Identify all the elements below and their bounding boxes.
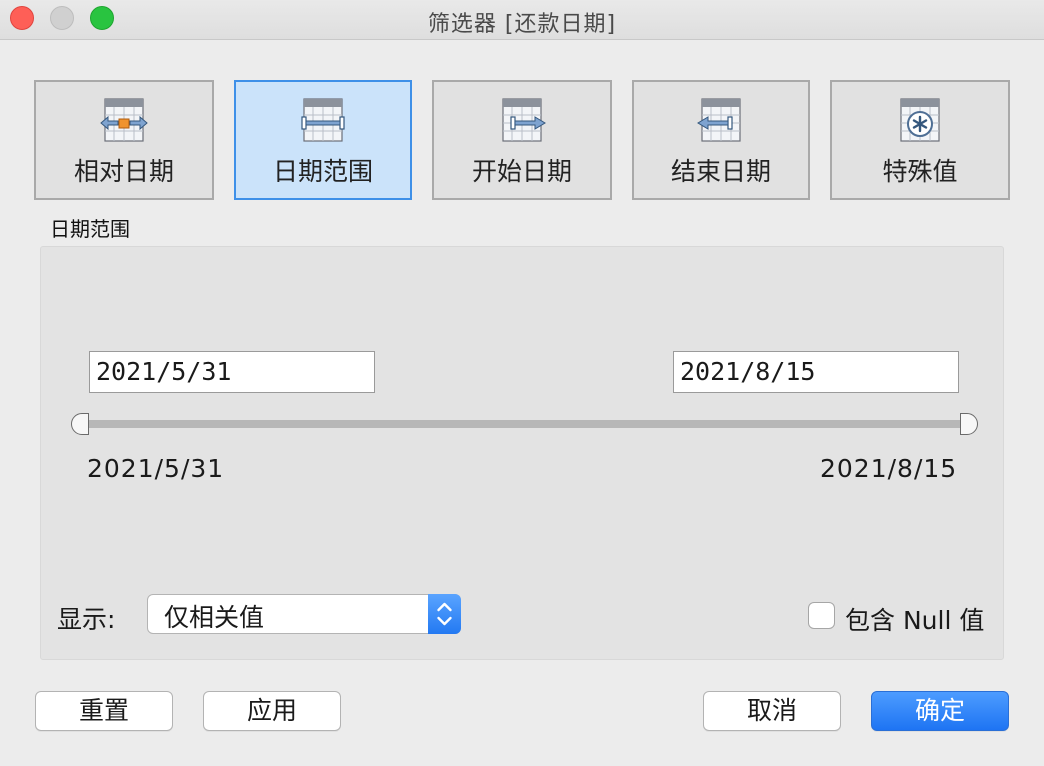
tab-label: 特殊值 (882, 157, 958, 186)
cancel-button[interactable]: 取消 (703, 691, 841, 731)
include-null-checkbox[interactable] (808, 602, 835, 629)
tab-label: 相对日期 (73, 157, 174, 186)
tab-label: 结束日期 (670, 157, 771, 186)
end-date-icon (697, 98, 741, 142)
section-title: 日期范围 (50, 217, 130, 241)
special-value-icon (900, 98, 940, 142)
range-max-label: 2021/8/15 (820, 454, 958, 483)
display-label: 显示: (57, 605, 116, 634)
apply-button[interactable]: 应用 (203, 691, 341, 731)
tab-end-date[interactable]: 结束日期 (632, 80, 810, 200)
tab-relative-date[interactable]: 相对日期 (34, 80, 214, 200)
ok-button[interactable]: 确定 (871, 691, 1009, 731)
tab-label: 开始日期 (471, 157, 572, 186)
start-date-field[interactable]: 2021/5/31 (89, 351, 375, 393)
tab-start-date[interactable]: 开始日期 (432, 80, 612, 200)
title-bar: 筛选器 [还款日期] (0, 0, 1044, 40)
display-select-value: 仅相关值 (164, 603, 265, 632)
chevron-updown-icon (428, 594, 461, 634)
include-null-label: 包含 Null 值 (845, 606, 985, 635)
end-date-field[interactable]: 2021/8/15 (673, 351, 959, 393)
tab-special-values[interactable]: 特殊值 (830, 80, 1010, 200)
display-select[interactable]: 仅相关值 (147, 594, 461, 634)
tab-date-range[interactable]: 日期范围 (234, 80, 412, 200)
slider-start-handle[interactable] (71, 413, 89, 435)
start-date-icon (502, 98, 546, 142)
window-title: 筛选器 [还款日期] (427, 12, 617, 37)
tab-label: 日期范围 (272, 157, 373, 186)
relative-date-icon (100, 98, 148, 142)
date-range-icon (301, 98, 345, 142)
reset-button[interactable]: 重置 (35, 691, 173, 731)
date-range-slider-track[interactable] (84, 420, 966, 428)
range-min-label: 2021/5/31 (87, 454, 225, 483)
